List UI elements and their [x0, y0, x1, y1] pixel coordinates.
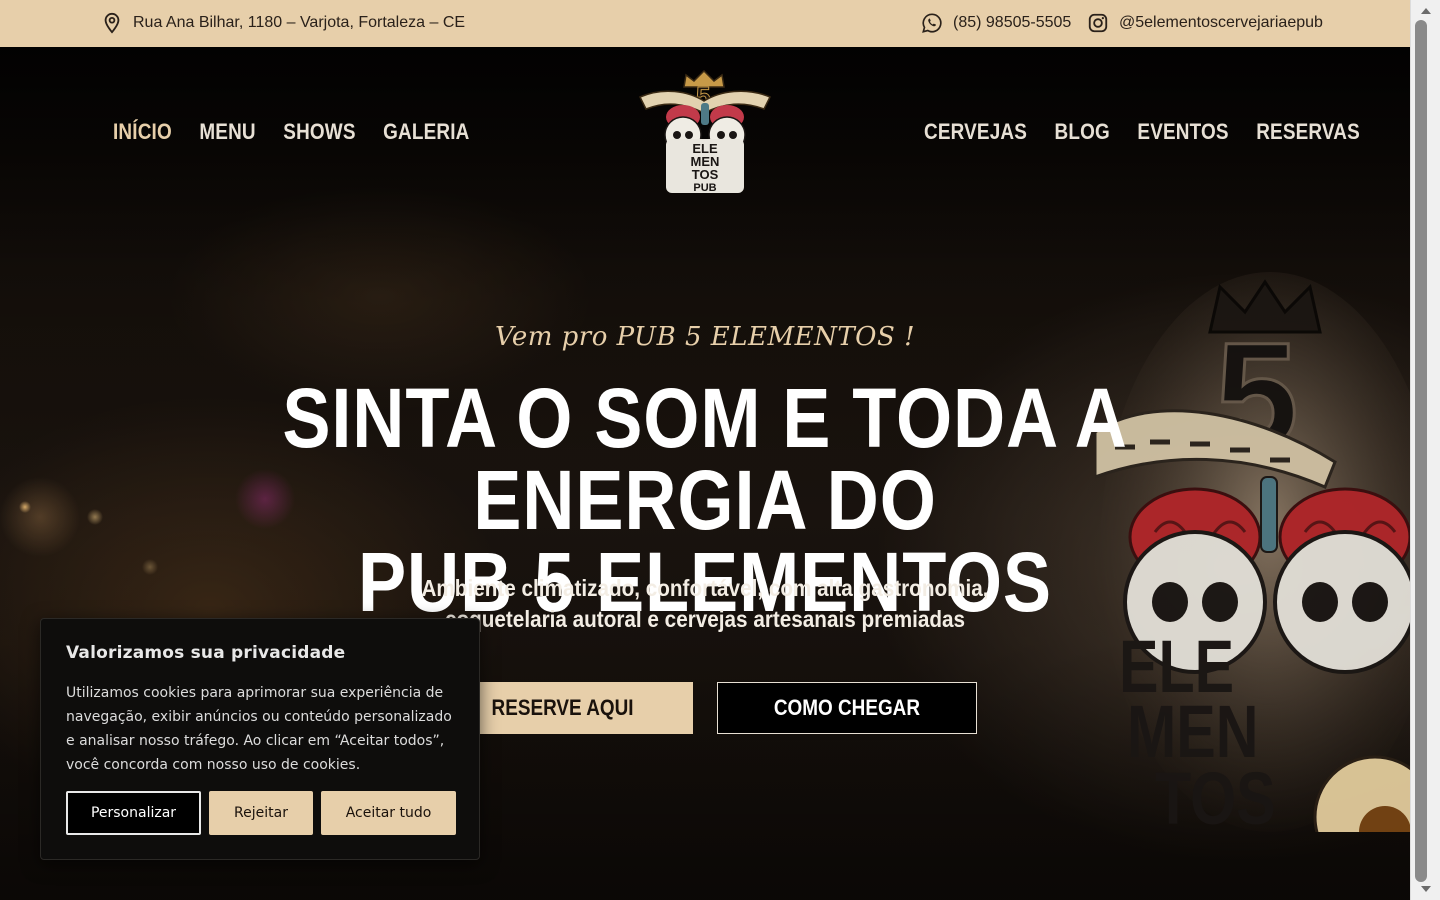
logo-text-line3: TOS: [692, 167, 719, 182]
top-info-bar: Rua Ana Bilhar, 1180 – Varjota, Fortalez…: [0, 0, 1410, 47]
hero-subtitle-line1: Ambiente climatizado, confortável, com a…: [421, 575, 989, 601]
directions-button[interactable]: COMO CHEGAR: [717, 682, 977, 734]
cookie-title: Valorizamos sua privacidade: [66, 643, 346, 663]
directions-button-label: COMO CHEGAR: [773, 695, 921, 720]
hero-tagline: Vem pro PUB 5 ELEMENTOS !: [494, 322, 916, 352]
location-pin-icon: [101, 12, 123, 34]
instagram-link[interactable]: @5elementoscervejariaepub: [1087, 12, 1323, 34]
nav-item-menu[interactable]: MENU: [199, 119, 255, 145]
reserve-button-label: RESERVE AQUI: [492, 695, 634, 720]
address-link[interactable]: Rua Ana Bilhar, 1180 – Varjota, Fortalez…: [101, 12, 465, 34]
cookie-reject-button[interactable]: Rejeitar: [209, 791, 313, 835]
instagram-text: @5elementoscervejariaepub: [1119, 14, 1323, 31]
hero-subtitle: Ambiente climatizado, confortável, com a…: [390, 573, 1020, 635]
cookie-accept-button[interactable]: Aceitar tudo: [321, 791, 456, 835]
cookie-body: Utilizamos cookies para aprimorar sua ex…: [66, 685, 452, 773]
nav-item-cervejas[interactable]: CERVEJAS: [924, 119, 1027, 145]
nav-item-blog[interactable]: BLOG: [1055, 119, 1110, 145]
nav-item-eventos[interactable]: EVENTOS: [1137, 119, 1228, 145]
cookie-customize-button[interactable]: Personalizar: [66, 791, 201, 835]
cookie-consent-panel: Valorizamos sua privacidade Utilizamos c…: [40, 618, 480, 860]
hero-headline-line1: SINTA O SOM E TODA A ENERGIA DO: [282, 371, 1128, 547]
nav-item-shows[interactable]: SHOWS: [283, 119, 355, 145]
svg-text:TOS: TOS: [1155, 758, 1276, 832]
page-scrollbar[interactable]: [1410, 0, 1440, 900]
scrollbar-thumb[interactable]: [1415, 20, 1427, 882]
nav-right: CERVEJAS BLOG EVENTOS RESERVAS: [924, 119, 1360, 145]
nav-item-inicio[interactable]: INÍCIO: [113, 119, 172, 145]
phone-link[interactable]: (85) 98505-5505: [921, 12, 1071, 34]
nav-item-galeria[interactable]: GALERIA: [383, 119, 469, 145]
cookie-buttons: Personalizar Rejeitar Aceitar tudo: [66, 791, 456, 835]
scroll-up-arrow-icon[interactable]: [1421, 8, 1431, 14]
logo-text-line4: PUB: [693, 182, 716, 193]
brand-logo[interactable]: 5 ELE MEN TOS PUB: [638, 69, 772, 193]
instagram-icon: [1087, 12, 1109, 34]
phone-text: (85) 98505-5505: [953, 14, 1072, 31]
nav-left: INÍCIO MENU SHOWS GALERIA: [113, 119, 470, 145]
address-text: Rua Ana Bilhar, 1180 – Varjota, Fortalez…: [133, 14, 466, 31]
whatsapp-icon: [921, 12, 943, 34]
nav-item-reservas[interactable]: RESERVAS: [1256, 119, 1360, 145]
scroll-down-arrow-icon[interactable]: [1421, 886, 1431, 892]
hero-subtitle-line2: coquetelaria autoral e cervejas artesana…: [444, 606, 966, 632]
